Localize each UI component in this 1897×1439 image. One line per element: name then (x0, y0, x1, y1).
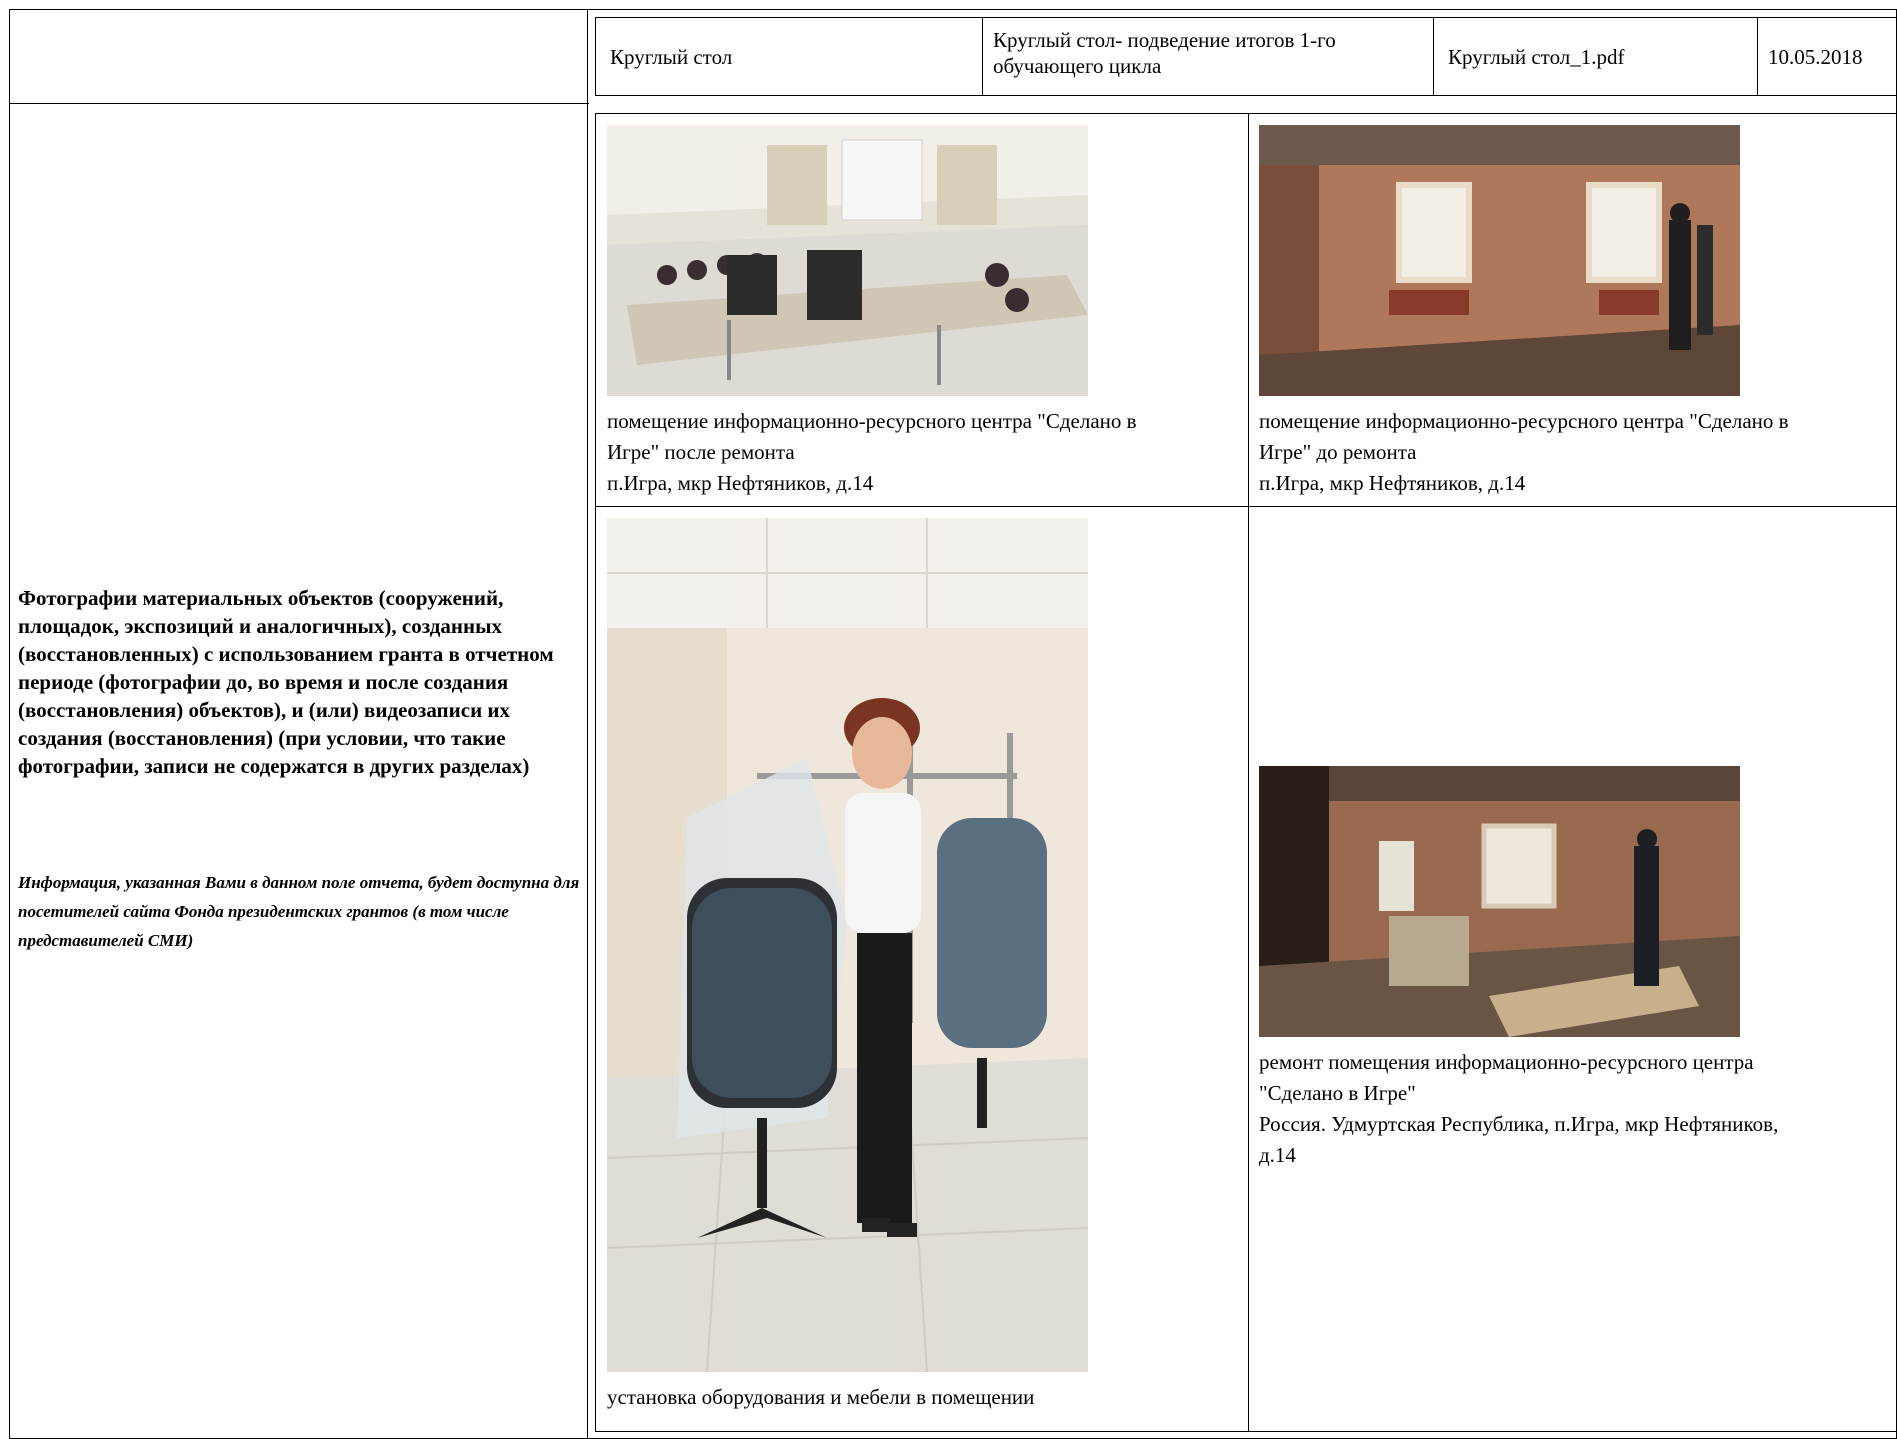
caption-line: помещение информационно-ресурсного центр… (607, 409, 1137, 433)
photo-before-renovation (1259, 125, 1740, 396)
photo-caption: помещение информационно-ресурсного центр… (607, 406, 1247, 499)
photo-renovation-process (1259, 766, 1740, 1037)
caption-line: "Сделано в Игре" (1259, 1081, 1416, 1105)
caption-line: д.14 (1259, 1143, 1296, 1167)
photo-caption: помещение информационно-ресурсного центр… (1259, 406, 1889, 499)
attachment-file[interactable]: Круглый стол_1.pdf (1448, 44, 1748, 70)
top-row-table: Круглый стол Круглый стол- подведение ит… (595, 17, 1897, 96)
photo-equipment-installation (607, 518, 1088, 1372)
photo-caption: установка оборудования и мебели в помеще… (607, 1382, 1247, 1413)
section-note: Информация, указанная Вами в данном поле… (18, 873, 580, 950)
caption-line: помещение информационно-ресурсного центр… (1259, 409, 1789, 433)
cell-divider (1757, 18, 1758, 95)
column-divider (587, 9, 588, 1439)
grid-divider-horizontal (596, 506, 1896, 507)
event-description: Круглый стол- подведение итогов 1-го обу… (993, 28, 1336, 78)
event-date: 10.05.2018 (1768, 45, 1863, 69)
caption-line: Игре" до ремонта (1259, 440, 1417, 464)
caption-line: Игре" после ремонта (607, 440, 795, 464)
caption-line: Россия. Удмуртская Республика, п.Игра, м… (1259, 1112, 1779, 1136)
event-type: Круглый стол (610, 45, 733, 69)
photo-caption: ремонт помещения информационно-ресурсног… (1259, 1047, 1889, 1171)
cell-divider (1433, 18, 1434, 95)
grid-divider-vertical (1248, 114, 1249, 1431)
caption-line: п.Игра, мкр Нефтяников, д.14 (1259, 471, 1526, 495)
caption-line: ремонт помещения информационно-ресурсног… (1259, 1050, 1754, 1074)
cell-divider (982, 18, 983, 95)
photo-after-renovation (607, 125, 1088, 396)
section-title: Фотографии материальных объектов (сооруж… (18, 586, 554, 778)
caption-line: п.Игра, мкр Нефтяников, д.14 (607, 471, 874, 495)
row-divider (9, 103, 589, 104)
caption-line: установка оборудования и мебели в помеще… (607, 1385, 1035, 1409)
